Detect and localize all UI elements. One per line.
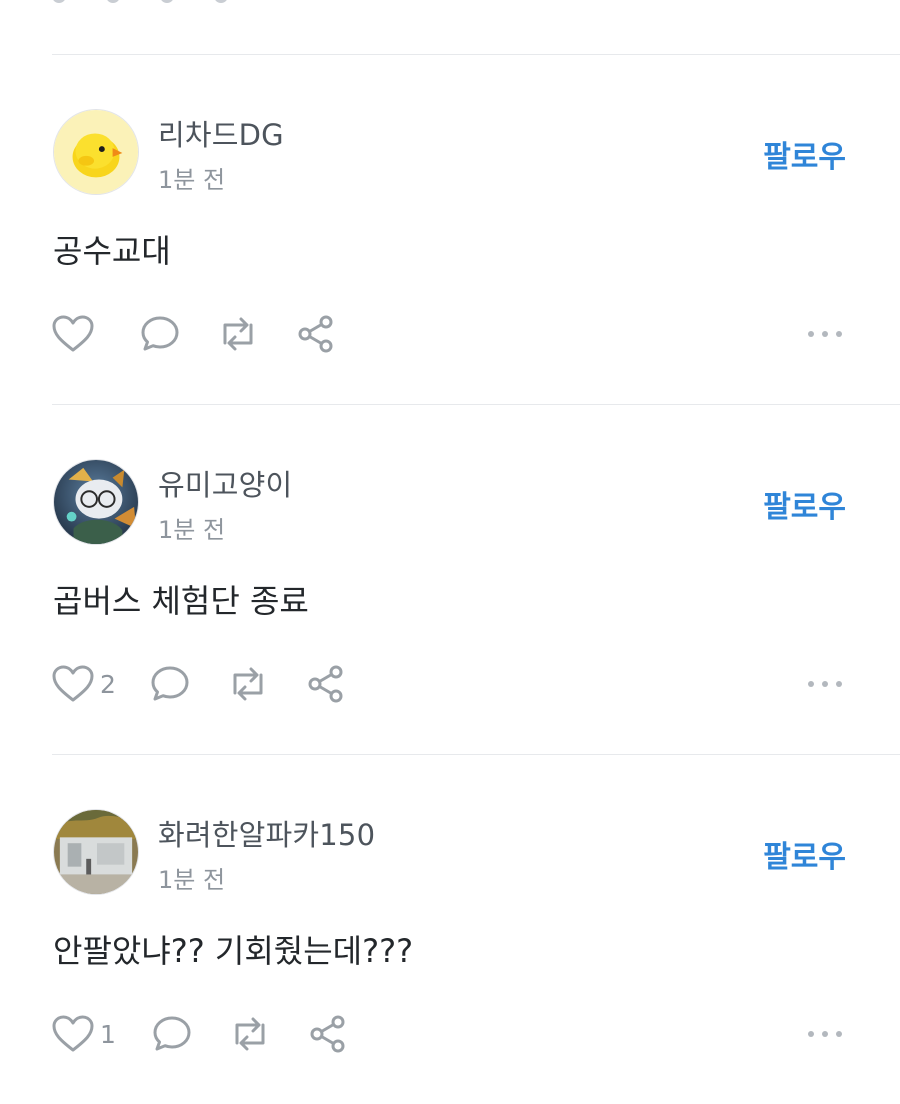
- repost-button[interactable]: [226, 665, 270, 703]
- like-count: 2: [100, 669, 116, 699]
- post-card: 유미고양이 1분 전 팔로우 곱버스 체험단 종료 2: [0, 404, 900, 754]
- follow-button[interactable]: 팔로우: [763, 132, 846, 176]
- repost-icon: [235, 1017, 265, 1051]
- share-icon: [298, 315, 333, 353]
- share-icon: [308, 665, 343, 703]
- author-name[interactable]: 리차드DG: [158, 112, 284, 154]
- post-actions: [52, 314, 368, 354]
- like-button[interactable]: 1: [52, 1015, 116, 1053]
- more-icon-dot: [822, 1031, 828, 1037]
- yellow-chick-avatar: [54, 110, 138, 194]
- post-time: 1분 전: [158, 866, 226, 894]
- share-button[interactable]: [308, 1014, 348, 1054]
- comment-icon: [141, 316, 179, 351]
- post-time: 1분 전: [158, 166, 226, 194]
- more-icon-dot: [836, 681, 842, 687]
- heart-icon: [52, 315, 94, 352]
- more-icon-dot: [808, 681, 814, 687]
- avatar[interactable]: [53, 459, 139, 545]
- post-actions: 2: [52, 664, 378, 704]
- more-options-button[interactable]: [808, 672, 842, 696]
- more-icon-dot: [836, 331, 842, 337]
- author-name[interactable]: 유미고양이: [158, 462, 292, 504]
- share-button[interactable]: [296, 314, 336, 354]
- share-button[interactable]: [306, 664, 346, 704]
- like-button[interactable]: [52, 315, 100, 353]
- comment-button[interactable]: [152, 1015, 192, 1053]
- post-card: 리차드DG 1분 전 팔로우 공수교대: [0, 54, 900, 404]
- comment-button[interactable]: [150, 665, 190, 703]
- more-icon-dot: [808, 1031, 814, 1037]
- more-icon-dot: [822, 331, 828, 337]
- post-card: 화려한알파카150 1분 전 팔로우 안팔았냐?? 기회줬는데??? 1: [0, 754, 900, 1104]
- more-options-button[interactable]: [808, 322, 842, 346]
- more-icon-dot: [808, 331, 814, 337]
- post-content: 공수교대: [53, 232, 171, 270]
- more-icon-dot: [836, 1031, 842, 1037]
- more-icon-dot: [822, 681, 828, 687]
- post-time: 1분 전: [158, 516, 226, 544]
- repost-icon: [233, 667, 263, 701]
- comment-button[interactable]: [140, 315, 180, 353]
- author-name[interactable]: 화려한알파카150: [158, 812, 375, 854]
- post-content: 안팔았냐?? 기회줬는데???: [53, 932, 414, 970]
- share-icon: [310, 1015, 345, 1053]
- street-photo-avatar: [54, 810, 138, 894]
- heart-icon: [52, 1015, 94, 1052]
- comment-icon: [153, 1016, 191, 1051]
- comment-icon: [151, 666, 189, 701]
- follow-button[interactable]: 팔로우: [763, 482, 846, 526]
- game-character-avatar: [54, 460, 138, 544]
- repost-icon: [223, 317, 253, 351]
- post-content: 곱버스 체험단 종료: [53, 582, 309, 620]
- heart-icon: [52, 665, 94, 702]
- like-count: 1: [100, 1019, 116, 1049]
- avatar[interactable]: [53, 809, 139, 895]
- follow-button[interactable]: 팔로우: [763, 832, 846, 876]
- previous-post-actions-cut: [52, 0, 352, 4]
- more-options-button[interactable]: [808, 1022, 842, 1046]
- post-actions: 1: [52, 1014, 380, 1054]
- like-button[interactable]: 2: [52, 665, 116, 703]
- avatar[interactable]: [53, 109, 139, 195]
- repost-button[interactable]: [216, 315, 260, 353]
- repost-button[interactable]: [228, 1015, 272, 1053]
